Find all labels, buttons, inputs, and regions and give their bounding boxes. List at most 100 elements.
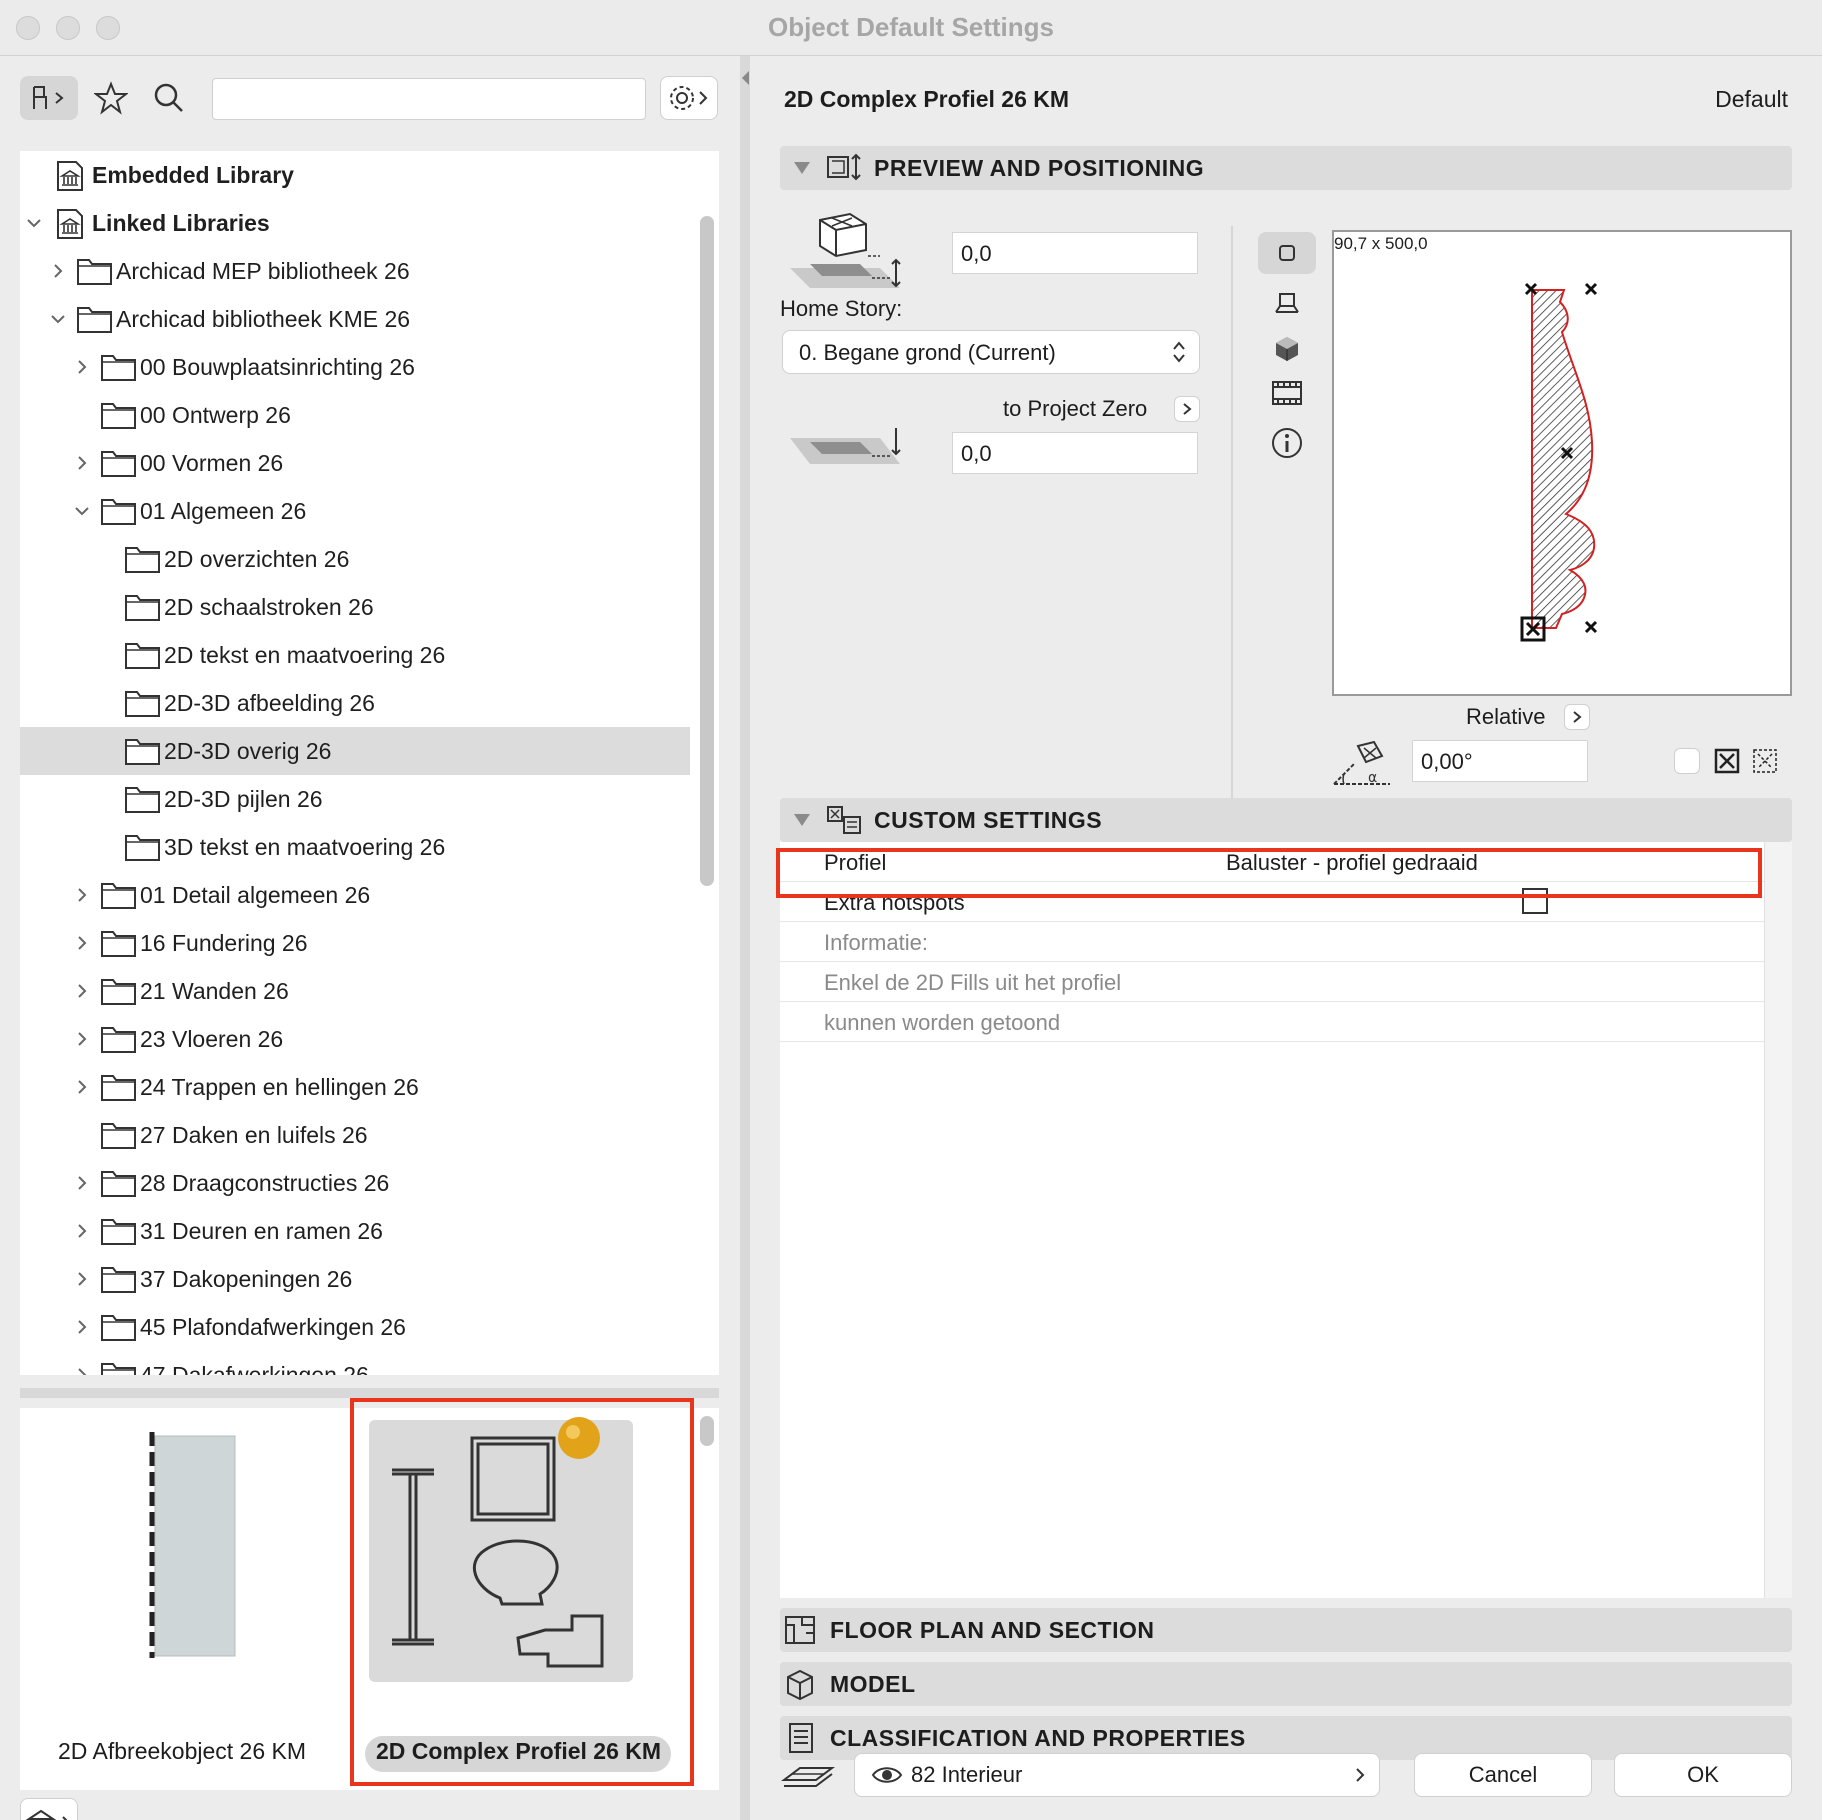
tree-row[interactable]: 2D-3D afbeelding 26 — [20, 679, 690, 727]
tree-row[interactable]: 2D-3D overig 26 — [20, 727, 690, 775]
search-button[interactable] — [146, 76, 192, 120]
elevation-field[interactable]: 0,0 — [952, 232, 1198, 274]
view-section-icon[interactable] — [1272, 288, 1302, 318]
thumb-scrollbar[interactable] — [700, 1416, 714, 1446]
pane-splitter[interactable] — [20, 1388, 719, 1398]
tree-row[interactable]: Archicad bibliotheek KME 26 — [20, 295, 690, 343]
tree-label: Linked Libraries — [92, 210, 270, 236]
tree-row[interactable]: 01 Detail algemeen 26 — [20, 871, 690, 919]
thumb-label: 2D Afbreekobject 26 KM — [58, 1738, 307, 1764]
settings-scrollbar[interactable] — [1764, 842, 1792, 1598]
tree-row[interactable]: 31 Deuren en ramen 26 — [20, 1207, 690, 1255]
setting-key: Informatie: — [824, 930, 928, 955]
chevron-right-icon[interactable] — [72, 1221, 92, 1241]
mirror-icon[interactable] — [1712, 746, 1742, 776]
reference-level-button[interactable] — [1174, 396, 1200, 422]
section-title: PREVIEW AND POSITIONING — [874, 154, 1205, 181]
folder-icon — [101, 931, 136, 957]
chevron-right-icon[interactable] — [72, 885, 92, 905]
section-preview-positioning[interactable]: PREVIEW AND POSITIONING — [780, 146, 1792, 190]
chevron-right-icon[interactable] — [72, 453, 92, 473]
tree-row[interactable]: 47 Dakafwerkingen 26 — [20, 1351, 690, 1375]
tree-label: 16 Fundering 26 — [140, 930, 308, 956]
favorites-button[interactable] — [88, 76, 134, 120]
tree-row[interactable]: 2D tekst en maatvoering 26 — [20, 631, 690, 679]
project-zero-field[interactable]: 0,0 — [952, 432, 1198, 474]
tree-row[interactable]: 21 Wanden 26 — [20, 967, 690, 1015]
folder-icon — [125, 787, 160, 813]
section-custom-settings[interactable]: CUSTOM SETTINGS — [780, 798, 1792, 842]
tree-label: 23 Vloeren 26 — [140, 1026, 284, 1052]
section-model[interactable]: MODEL — [780, 1662, 1792, 1734]
chevron-right-icon[interactable] — [72, 1077, 92, 1097]
tree-row[interactable]: 23 Vloeren 26 — [20, 1015, 690, 1063]
folder-icon — [101, 979, 136, 1005]
default-label: Default — [1715, 86, 1788, 112]
object-thumb-afbreek[interactable]: 2D Afbreekobject 26 KM — [20, 1408, 350, 1790]
chevron-right-icon[interactable] — [72, 933, 92, 953]
library-view-button[interactable] — [20, 76, 78, 120]
tree-row[interactable]: 16 Fundering 26 — [20, 919, 690, 967]
disclosure-open-icon — [794, 162, 810, 174]
library-search-input[interactable] — [212, 78, 646, 120]
library-manager-button[interactable] — [20, 1798, 78, 1820]
tree-row[interactable]: Archicad MEP bibliotheek 26 — [20, 247, 690, 295]
window-title: Object Default Settings — [767, 12, 1055, 42]
folder-icon — [101, 1123, 136, 1149]
chevron-down-icon[interactable] — [72, 501, 92, 521]
tree-row[interactable]: Linked Libraries — [20, 199, 690, 247]
layer-value: 82 Interieur — [911, 1762, 1023, 1787]
chevron-right-icon[interactable] — [72, 1365, 92, 1375]
chevron-right-icon[interactable] — [72, 1173, 92, 1193]
section-floor-plan[interactable]: FLOOR PLAN AND SECTION — [780, 1608, 1792, 1680]
chevron-right-icon[interactable] — [72, 1269, 92, 1289]
folder-icon — [125, 835, 160, 861]
tree-label: 27 Daken en luifels 26 — [140, 1122, 368, 1148]
chevron-right-icon[interactable] — [48, 261, 68, 281]
rotation-angle-field[interactable]: 0,00° — [1412, 740, 1588, 782]
info-icon[interactable] — [1270, 426, 1304, 460]
tree-row[interactable]: 01 Algemeen 26 — [20, 487, 690, 535]
tree-scrollbar[interactable] — [700, 216, 714, 886]
tree-row[interactable]: 27 Daken en luifels 26 — [20, 1111, 690, 1159]
view-2d-button[interactable] — [1258, 232, 1316, 274]
ok-button[interactable]: OK — [1614, 1753, 1792, 1797]
tree-row[interactable]: 2D schaalstroken 26 — [20, 583, 690, 631]
home-story-select[interactable]: 0. Begane grond (Current) — [782, 330, 1200, 374]
cancel-button[interactable]: Cancel — [1414, 1753, 1592, 1797]
tree-row[interactable]: Embedded Library — [20, 151, 690, 199]
chevron-down-icon[interactable] — [24, 213, 44, 233]
thumb-highlight — [350, 1398, 694, 1786]
tree-row[interactable]: 00 Bouwplaatsinrichting 26 — [20, 343, 690, 391]
view-3d-icon[interactable] — [1272, 334, 1302, 364]
profile-preview — [1520, 282, 1598, 642]
mirror-checkbox[interactable] — [1674, 748, 1700, 774]
profiel-highlight — [776, 848, 1762, 898]
tree-label: Archicad bibliotheek KME 26 — [116, 306, 411, 332]
tree-row[interactable]: 2D overzichten 26 — [20, 535, 690, 583]
anchor-relative-button[interactable] — [1564, 704, 1590, 730]
settings-menu-button[interactable] — [660, 76, 718, 120]
tree-row[interactable]: 00 Vormen 26 — [20, 439, 690, 487]
chevron-right-icon[interactable] — [72, 981, 92, 1001]
tree-row[interactable]: 28 Draagconstructies 26 — [20, 1159, 690, 1207]
chevron-down-icon[interactable] — [48, 309, 68, 329]
tree-row[interactable]: 24 Trappen en hellingen 26 — [20, 1063, 690, 1111]
tree-row[interactable]: 45 Plafondafwerkingen 26 — [20, 1303, 690, 1351]
layer-select[interactable]: 82 Interieur — [854, 1753, 1380, 1797]
elevation-box-icon — [790, 212, 901, 288]
mirror-dashed-icon[interactable] — [1750, 746, 1780, 776]
library-manager-icon — [25, 1809, 68, 1820]
chevron-right-icon[interactable] — [72, 357, 92, 377]
tree-row[interactable]: 2D-3D pijlen 26 — [20, 775, 690, 823]
tree-label: 47 Dakafwerkingen 26 — [140, 1362, 369, 1375]
chevron-right-icon[interactable] — [72, 1317, 92, 1337]
tree-row[interactable]: 00 Ontwerp 26 — [20, 391, 690, 439]
folder-icon — [125, 547, 160, 573]
tree-row[interactable]: 37 Dakopeningen 26 — [20, 1255, 690, 1303]
tree-row[interactable]: 3D tekst en maatvoering 26 — [20, 823, 690, 871]
folder-icon — [101, 883, 136, 909]
chevron-right-icon[interactable] — [72, 1029, 92, 1049]
pane-divider[interactable] — [740, 56, 750, 1820]
view-film-icon[interactable] — [1270, 378, 1304, 408]
